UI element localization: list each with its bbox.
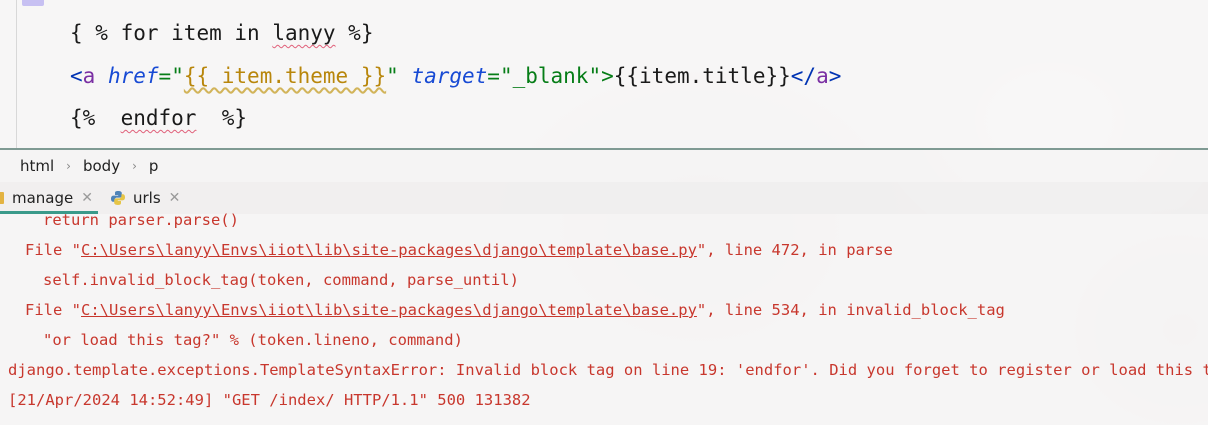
code-token: target	[411, 64, 488, 88]
code-token: {%	[70, 106, 121, 130]
chevron-right-icon: ›	[132, 159, 137, 173]
code-token: item in	[158, 21, 273, 45]
code-token: a	[82, 64, 96, 88]
code-token: for	[120, 21, 159, 45]
code-token: ">	[588, 64, 614, 88]
console-line: "or load this tag?" % (token.lineno, com…	[43, 331, 463, 349]
code-line-anchor[interactable]: <a href="{{ item.theme }}" target="_blan…	[70, 62, 841, 90]
code-token: a	[816, 64, 829, 88]
code-line-endfor[interactable]: {% endfor %}	[70, 104, 247, 132]
error-message: django.template.exceptions.TemplateSynta…	[8, 361, 1208, 379]
code-line-for[interactable]: { % for item in lanyy %}	[70, 19, 373, 47]
console-line: return parser.parse()	[43, 211, 239, 229]
request-log-line: [21/Apr/2024 14:52:49] "GET /index/ HTTP…	[8, 391, 531, 409]
breadcrumb-item-html[interactable]: html	[20, 157, 54, 175]
console-line: File "C:\Users\lanyy\Envs\iiot\lib\site-…	[25, 240, 893, 260]
code-token: <	[70, 64, 83, 88]
breadcrumb-item-body[interactable]: body	[83, 157, 120, 175]
code-token: %}	[196, 106, 248, 130]
code-token: ="	[158, 64, 184, 88]
code-token: _blank	[512, 64, 589, 88]
gutter-divider	[16, 0, 17, 148]
console-line: File "C:\Users\lanyy\Envs\iiot\lib\site-…	[25, 300, 1005, 320]
close-icon[interactable]: ✕	[169, 190, 181, 206]
chevron-right-icon: ›	[66, 159, 71, 173]
code-token: >	[828, 64, 842, 88]
code-token: </	[790, 64, 817, 88]
gutter-marker	[22, 0, 44, 6]
console-text: ", line 534, in invalid_block_tag	[696, 301, 1005, 319]
code-editor[interactable]: { % for item in lanyy %} <a href="{{ ite…	[0, 0, 1208, 148]
code-token-warning: lanyy	[272, 21, 336, 45]
code-token: {{item.title}}	[613, 64, 791, 88]
run-config-icon	[0, 192, 4, 204]
console-line: self.invalid_block_tag(token, command, p…	[43, 271, 519, 289]
code-token: "	[386, 64, 412, 88]
console-text: File "	[25, 301, 81, 319]
run-console[interactable]: return parser.parse() File "C:\Users\lan…	[0, 211, 1208, 425]
breadcrumb-item-p[interactable]: p	[149, 157, 159, 175]
console-text: File "	[25, 241, 81, 259]
tab-label: urls	[133, 189, 161, 207]
code-token: href	[107, 64, 159, 88]
breadcrumb: html › body › p	[0, 150, 1208, 182]
code-token-template: {{ item.theme }}	[183, 64, 387, 88]
code-token: { %	[70, 21, 121, 45]
code-token: %}	[335, 21, 374, 45]
file-path-link[interactable]: C:\Users\lanyy\Envs\iiot\lib\site-packag…	[81, 301, 697, 319]
code-token-warning: endfor	[120, 106, 197, 130]
tab-label: manage	[12, 189, 74, 207]
file-path-link[interactable]: C:\Users\lanyy\Envs\iiot\lib\site-packag…	[81, 241, 697, 259]
python-file-icon	[111, 191, 125, 205]
code-token: ="	[487, 64, 513, 88]
close-icon[interactable]: ✕	[81, 190, 93, 206]
console-text: ", line 472, in parse	[696, 241, 893, 259]
